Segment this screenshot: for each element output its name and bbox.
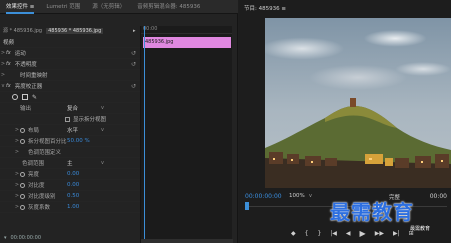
video-header: 视频 xyxy=(0,37,140,48)
time-remap-row[interactable]: > 时间重映射 xyxy=(0,70,140,81)
chevron-down-icon[interactable]: v xyxy=(309,193,312,199)
reset-icon[interactable]: ↺ xyxy=(131,50,136,57)
brightness-row: > 亮度 0.00 xyxy=(0,169,140,180)
tonal-definition-row: > 色调范围定义 xyxy=(0,147,140,158)
clip-bar[interactable]: 485936.jpg xyxy=(143,37,231,48)
program-duration-timecode: 00:00 xyxy=(429,193,447,200)
fx-icon[interactable]: fx xyxy=(6,61,11,67)
tab-audio-clip-mixer[interactable]: 音频剪辑混合器: 485936 xyxy=(131,0,206,14)
sequence-label[interactable]: 485936 * 485936.jpg xyxy=(46,27,104,34)
source-sequence-row: 源 * 485936.jpg 485936 * 485936.jpg xyxy=(0,26,140,35)
effect-controls-footer: ▾ 00:00:00:00 xyxy=(0,232,140,243)
fx-icon[interactable]: fx xyxy=(6,50,11,56)
split-view-row: 显示拆分视图 xyxy=(0,114,140,125)
rectangle-mask-icon[interactable] xyxy=(22,94,28,100)
chevron-down-icon[interactable]: v xyxy=(101,105,104,111)
reset-icon[interactable]: ↺ xyxy=(131,61,136,68)
split-percent-value[interactable]: 50.00 % xyxy=(67,138,90,144)
layout-select[interactable]: 水平 xyxy=(67,126,78,134)
effect-controls-panel: 效果控件 ≡ Lumetri 范围 源（无剪辑） 音频剪辑混合器: 485936… xyxy=(0,0,238,243)
mark-in-button[interactable]: { xyxy=(305,230,309,237)
split-percent-row: > 拆分视图百分比 50.00 % xyxy=(0,136,140,147)
program-preview-image xyxy=(265,18,451,188)
add-marker-button[interactable]: ◆ xyxy=(291,230,296,237)
footer-timecode[interactable]: 00:00:00:00 xyxy=(11,235,42,241)
pen-mask-icon[interactable]: ✎ xyxy=(32,94,37,101)
color-corrector-row[interactable]: v fx 亮度校正器 ↺ xyxy=(0,81,140,92)
contrast-value[interactable]: 0.00 xyxy=(67,182,79,188)
stopwatch-icon[interactable] xyxy=(20,127,25,133)
brightness-value[interactable]: 0.00 xyxy=(67,171,79,177)
ellipse-mask-icon[interactable] xyxy=(12,94,18,100)
reset-icon[interactable]: ↺ xyxy=(131,83,136,90)
program-monitor-title[interactable]: 节目: 485936 ≡ xyxy=(244,4,286,12)
mini-playhead[interactable] xyxy=(144,26,145,243)
program-playhead[interactable] xyxy=(245,202,249,210)
stopwatch-icon[interactable] xyxy=(20,138,25,144)
contrast-row: > 对比度 0.00 xyxy=(0,180,140,191)
mountain-village-scene xyxy=(265,98,451,188)
contrast-level-value[interactable]: 0.50 xyxy=(67,193,79,199)
mask-shapes-row: ✎ xyxy=(0,92,140,103)
tab-source[interactable]: 源（无剪辑） xyxy=(86,0,131,14)
gamma-row: > 灰度系数 1.00 xyxy=(0,202,140,213)
tab-lumetri-scopes[interactable]: Lumetri 范围 xyxy=(40,0,86,14)
stopwatch-icon[interactable] xyxy=(20,204,25,210)
motion-row[interactable]: > fx 运动 ↺ xyxy=(0,48,140,59)
gamma-value[interactable]: 1.00 xyxy=(67,204,79,210)
step-forward-button[interactable]: ▶▶ xyxy=(375,230,384,237)
collapse-arrow-icon[interactable]: ▸ xyxy=(133,28,136,34)
left-tab-bar: 效果控件 ≡ Lumetri 范围 源（无剪辑） 音频剪辑混合器: 485936 xyxy=(0,0,238,14)
mark-out-button[interactable]: } xyxy=(317,230,321,237)
opacity-row[interactable]: > fx 不透明度 ↺ xyxy=(0,59,140,70)
chevron-down-icon[interactable]: v xyxy=(101,127,104,133)
output-row: 输出 复合 v xyxy=(0,103,140,114)
split-view-checkbox[interactable] xyxy=(65,116,70,122)
go-to-in-button[interactable]: |◀ xyxy=(330,230,337,237)
contrast-level-row: > 对比度级别 0.50 xyxy=(0,191,140,202)
tonal-range-select[interactable]: 主 xyxy=(67,159,73,167)
filter-icon[interactable]: ▾ xyxy=(4,235,7,241)
layout-row: > 布局 水平 v xyxy=(0,125,140,136)
source-label[interactable]: 源 * 485936.jpg xyxy=(3,27,42,34)
stopwatch-icon[interactable] xyxy=(20,193,25,199)
fx-icon[interactable]: fx xyxy=(6,83,11,89)
effect-mini-timeline[interactable]: 00:00 485936.jpg xyxy=(140,26,233,243)
tab-effect-controls[interactable]: 效果控件 ≡ xyxy=(0,0,40,14)
tonal-range-row: 色调范围 主 v xyxy=(0,158,140,169)
mini-timeline-scrollbar[interactable] xyxy=(141,239,233,243)
expand-icon[interactable]: > xyxy=(0,72,6,78)
watermark-subtext: 最需教育 xyxy=(410,226,431,232)
output-select[interactable]: 复合 xyxy=(67,104,78,112)
play-button[interactable]: ▶ xyxy=(360,229,366,238)
chevron-down-icon[interactable]: v xyxy=(101,160,104,166)
step-back-button[interactable]: ◀ xyxy=(346,230,351,237)
watermark-logo: 最需教育 xyxy=(330,200,414,224)
program-current-timecode[interactable]: 00:00:00:00 xyxy=(245,193,282,200)
stopwatch-icon[interactable] xyxy=(20,171,25,177)
go-to-out-button[interactable]: ▶| xyxy=(393,230,400,237)
mini-timeline-ruler: 00:00 xyxy=(141,26,232,34)
zoom-select[interactable]: 100% xyxy=(289,193,305,199)
stopwatch-icon[interactable] xyxy=(20,182,25,188)
properties-list: 视频 > fx 运动 ↺ > fx 不透明度 ↺ > 时间重映射 v fx 亮度… xyxy=(0,37,140,213)
